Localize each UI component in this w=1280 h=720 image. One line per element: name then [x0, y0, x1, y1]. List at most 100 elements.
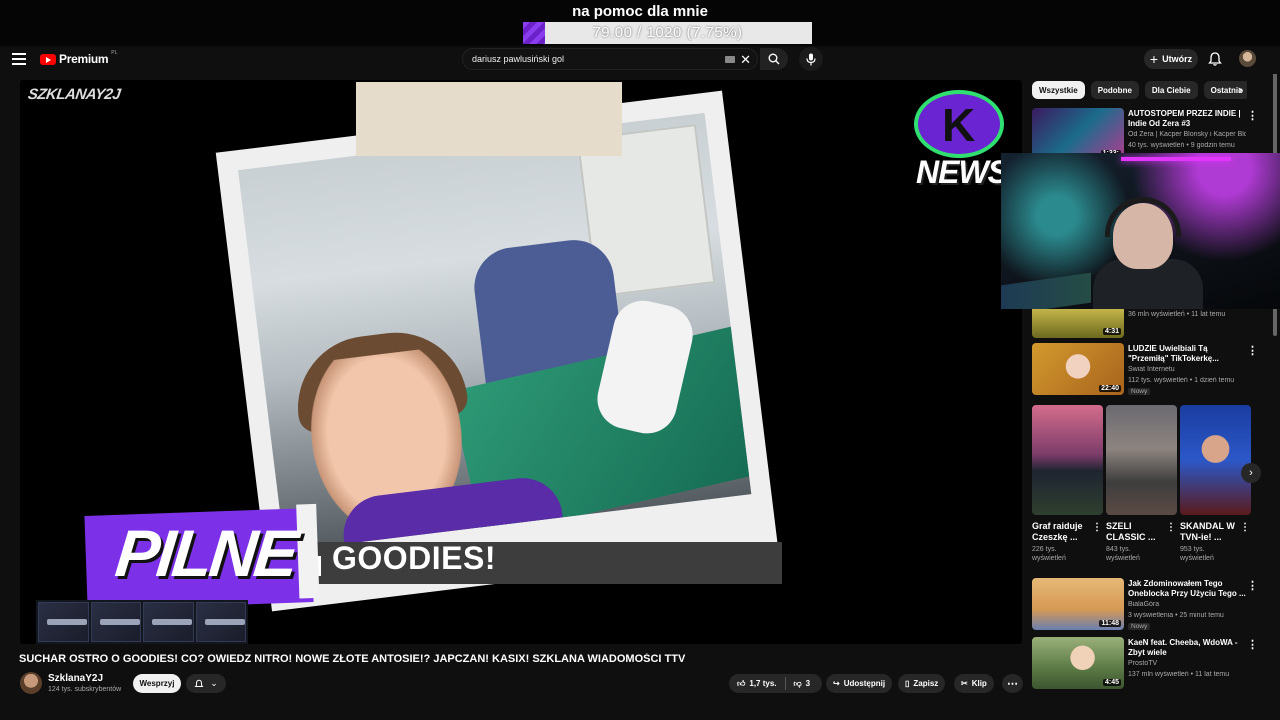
stream-overlay: na pomoc dla mnie 79.00 / 1020 (7.75%) [0, 0, 1280, 46]
kebab-menu-icon[interactable]: ⋮ [1092, 522, 1102, 533]
recommendation-title[interactable]: KaeN feat. Cheeba, WdoWA - Zbyt wiele [1128, 638, 1246, 658]
bookmark-icon: ▯ [905, 679, 910, 688]
kebab-menu-icon[interactable]: ⋮ [1240, 522, 1250, 533]
video-thumbnail[interactable]: 22:40 [1032, 343, 1124, 395]
video-title: SUCHAR OSTRO O GOODIES! CO? OWIEDZ NITRO… [19, 653, 686, 665]
top-header: Premium PL dariusz pawlusiński gol ✕ + U… [0, 46, 1280, 74]
chevron-right-icon[interactable]: › [1232, 82, 1248, 98]
kebab-menu-icon[interactable]: ⋮ [1247, 638, 1258, 651]
clear-search-icon[interactable]: ✕ [740, 53, 751, 66]
short-item[interactable]: Graf raiduje Czeszkę ... 226 tys. wyświe… [1032, 405, 1103, 563]
new-badge: Nowy [1128, 388, 1151, 395]
kebab-menu-icon[interactable]: ⋮ [1247, 109, 1258, 122]
chip-for-you[interactable]: Dla Ciebie [1144, 81, 1198, 99]
search-button[interactable] [760, 48, 788, 70]
search-icon [768, 53, 780, 65]
video-thumbnail[interactable]: 4:31 [1032, 309, 1124, 338]
hospital-photo [238, 112, 752, 552]
recommendation-channel[interactable]: ProstoTV [1128, 660, 1246, 667]
recommendation-channel[interactable]: Od Zera | Kacper Blonsky i Kacper Blons.… [1128, 131, 1246, 138]
keyboard-icon[interactable] [725, 55, 736, 63]
scissors-icon: ✂ [961, 679, 968, 688]
more-actions-button[interactable]: ⋯ [1002, 674, 1023, 693]
create-button[interactable]: + Utwórz [1144, 49, 1198, 69]
donation-goal-title: na pomoc dla mnie [572, 3, 708, 20]
short-views: 953 tys. wyświetleń [1180, 546, 1214, 562]
microphone-icon [806, 53, 816, 65]
donation-goal-text: 79.00 / 1020 (7.75%) [592, 24, 743, 41]
recommendation-meta: 112 tys. wyświetleń • 1 dzień temu [1128, 377, 1235, 384]
channel-watermark: SZKLANAY2J [26, 86, 122, 103]
like-count: 1,7 tys. [749, 679, 777, 688]
recommendation-title[interactable]: LUDZIE Uwielbiali Tą "Przemiłą" TikToker… [1128, 344, 1246, 364]
streamer-webcam [1001, 153, 1280, 309]
short-thumbnail[interactable] [1032, 405, 1103, 515]
thumbs-up-icon: 👍︎ [737, 678, 746, 688]
filter-chips: Wszystkie Podobne Dla Ciebie Ostatnio [1032, 81, 1247, 99]
notifications-bell-icon[interactable] [1207, 51, 1223, 67]
donation-goal-bar: 79.00 / 1020 (7.75%) [523, 22, 812, 44]
recommendation-channel[interactable]: BialaGóra [1128, 601, 1246, 608]
clip-button[interactable]: ✂ Klip [954, 674, 994, 693]
kebab-menu-icon[interactable]: ⋮ [1166, 522, 1176, 533]
recommendation-channel[interactable]: Świat Internetu [1128, 366, 1246, 373]
shorts-next-button[interactable]: › [1241, 463, 1261, 483]
support-button[interactable]: Wesprzyj [133, 674, 181, 693]
menu-icon[interactable] [12, 53, 26, 65]
duration-badge: 4:31 [1102, 328, 1121, 335]
headline-ribbon-text: GOODIES! [332, 540, 497, 576]
short-thumbnail[interactable] [1180, 405, 1251, 515]
subscriber-count: 124 tys. subskrybentów [48, 686, 122, 693]
chevron-down-icon: ⌄ [210, 678, 218, 688]
short-views: 226 tys. wyświetleń [1032, 546, 1066, 562]
video-player[interactable]: SZKLANAY2J GOODIES! PILNE K NEWS [20, 80, 1022, 644]
share-button[interactable]: ↪ Udostępnij [826, 674, 893, 693]
chip-all[interactable]: Wszystkie [1032, 81, 1085, 99]
dislike-button[interactable]: 👎︎ 3 [786, 674, 819, 693]
short-thumbnail[interactable] [1106, 405, 1177, 515]
logo-region: PL [111, 50, 118, 56]
youtube-logo[interactable]: Premium PL [40, 50, 118, 66]
recommendation-item[interactable]: 4:45 KaeN feat. Cheeba, WdoWA - Zbyt wie… [1032, 637, 1262, 691]
short-title[interactable]: Graf raiduje Czeszkę ... [1032, 521, 1092, 543]
search-input[interactable]: dariusz pawlusiński gol [463, 54, 725, 64]
kebab-menu-icon[interactable]: ⋮ [1247, 344, 1258, 357]
recommendation-title[interactable]: Jak Zdominowałem Tego Oneblocka Przy Uży… [1128, 579, 1246, 599]
save-label: Zapisz [913, 679, 939, 688]
video-thumbnail[interactable]: 11:48 [1032, 578, 1124, 630]
bell-icon [194, 679, 204, 687]
skins-panel [36, 600, 248, 644]
short-title[interactable]: SKANDAL W TVN-ie! ... [1180, 521, 1240, 543]
kebab-menu-icon[interactable]: ⋮ [1247, 579, 1258, 592]
news-logo: K NEWS [910, 88, 1010, 198]
video-thumbnail[interactable]: 4:45 [1032, 637, 1124, 689]
save-button[interactable]: ▯ Zapisz [898, 674, 946, 693]
recommendation-item[interactable]: 11:48 Jak Zdominowałem Tego Oneblocka Pr… [1032, 578, 1262, 632]
share-icon: ↪ [833, 679, 840, 688]
short-title[interactable]: SZELI CLASSIC ... [1106, 521, 1166, 543]
voice-search-button[interactable] [799, 47, 823, 71]
chip-related[interactable]: Podobne [1090, 81, 1139, 99]
like-button[interactable]: 👍︎ 1,7 tys. [729, 674, 785, 693]
recommendation-title[interactable]: AUTOSTOPEM PRZEZ INDIE | Indie Od Zera #… [1128, 109, 1246, 129]
pilne-badge-text: PILNE [112, 516, 300, 590]
create-label: Utwórz [1162, 54, 1193, 64]
short-item[interactable]: SZELI CLASSIC ... 843 tys. wyświetleń ⋮ [1106, 405, 1177, 563]
share-label: Udostępnij [843, 679, 886, 688]
recommendation-item[interactable]: 22:40 LUDZIE Uwielbiali Tą "Przemiłą" Ti… [1032, 343, 1262, 397]
channel-name[interactable]: SzklanaY2J [48, 673, 103, 684]
thumbs-down-icon: 👎︎ [793, 678, 802, 688]
search-box[interactable]: dariusz pawlusiński gol ✕ [462, 48, 758, 70]
clip-label: Klip [971, 679, 987, 688]
duration-badge: 22:40 [1099, 385, 1121, 392]
recommendation-meta: 137 mln wyświetleń • 11 lat temu [1128, 671, 1230, 678]
logo-text: Premium [59, 52, 109, 66]
short-item[interactable]: SKANDAL W TVN-ie! ... 953 tys. wyświetle… [1180, 405, 1251, 563]
youtube-play-icon [40, 53, 56, 65]
like-dislike-group: 👍︎ 1,7 tys. 👎︎ 3 [729, 674, 822, 693]
plus-icon: + [1149, 51, 1159, 67]
subscription-notifications-button[interactable]: ⌄ [186, 674, 226, 693]
account-avatar[interactable] [1239, 50, 1256, 67]
channel-avatar[interactable] [20, 672, 42, 694]
news-logo-text: NEWS [916, 154, 1009, 190]
